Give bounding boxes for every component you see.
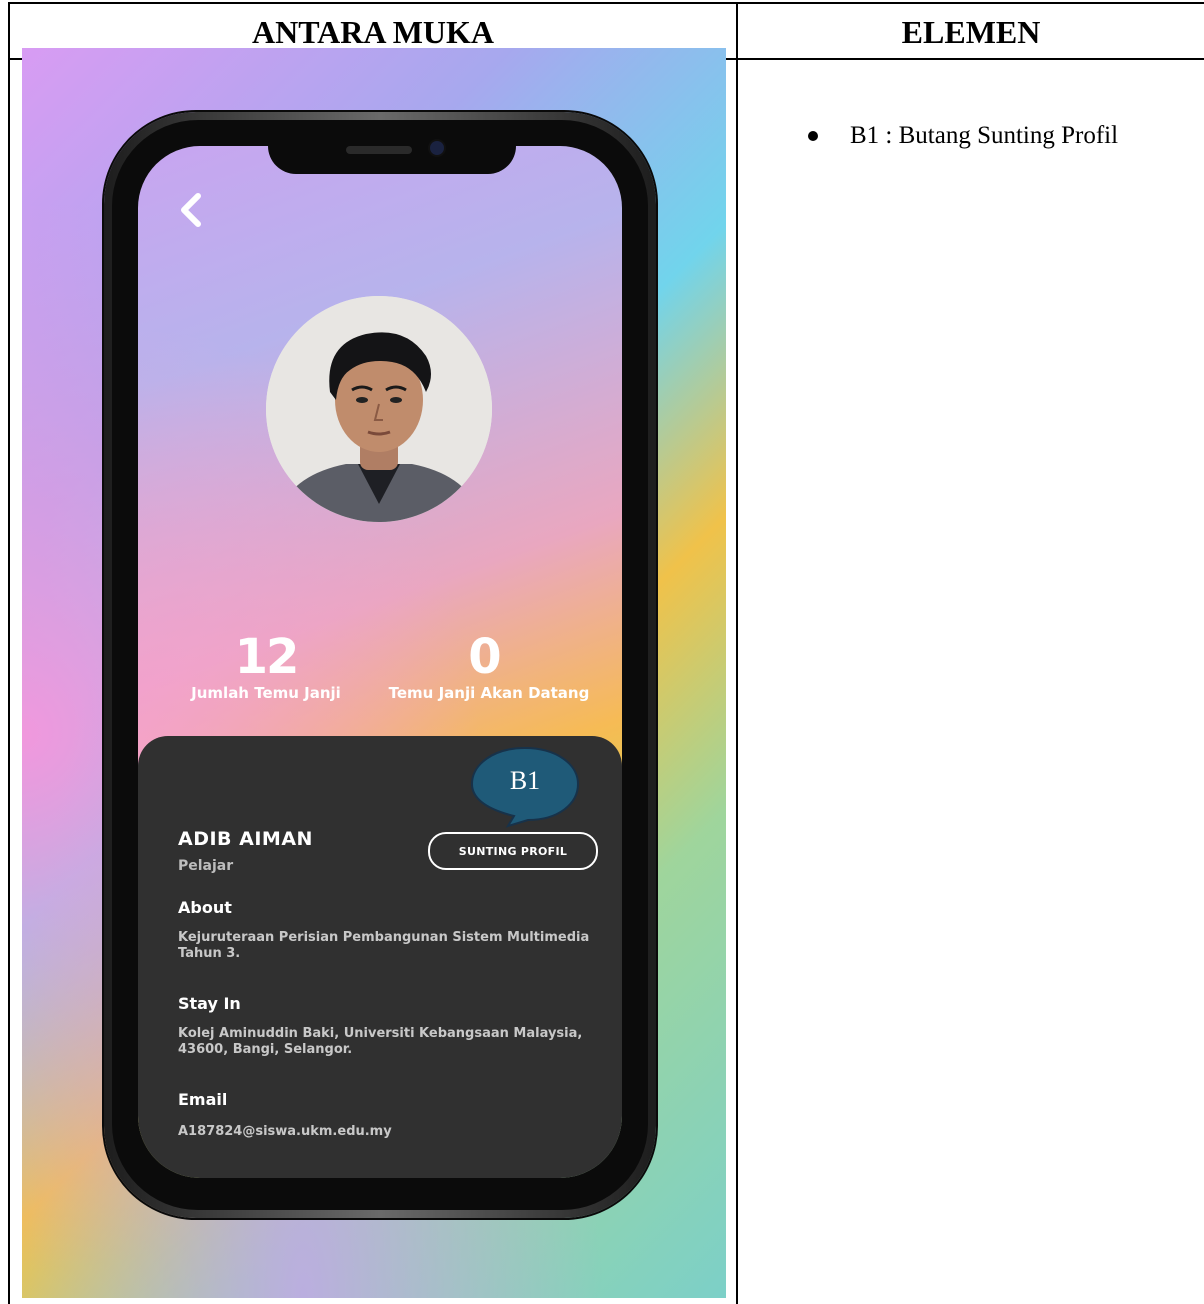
profile-name: ADIB AIMAN xyxy=(178,828,313,850)
user-photo xyxy=(266,296,492,522)
table-border-top xyxy=(8,2,1204,4)
email-text: A187824@siswa.ukm.edu.my xyxy=(178,1124,392,1139)
table-border-left xyxy=(8,2,10,1304)
speaker-grill xyxy=(346,146,412,154)
stay-title: Stay In xyxy=(178,994,241,1013)
element-list-item: B1 : Butang Sunting Profil xyxy=(808,120,1118,152)
email-title: Email xyxy=(178,1090,228,1109)
avatar xyxy=(266,296,492,522)
stay-text: Kolej Aminuddin Baki, Universiti Kebangs… xyxy=(178,1026,583,1057)
chevron-left-icon xyxy=(181,193,201,227)
edit-profile-button[interactable]: SUNTING PROFIL xyxy=(428,832,598,870)
about-title: About xyxy=(178,898,232,917)
bullet-icon xyxy=(808,131,818,141)
header-elements: ELEMEN xyxy=(901,14,1041,50)
column-divider xyxy=(736,2,738,1304)
stat-total-label: Jumlah Temu Janji xyxy=(191,684,341,702)
back-button[interactable] xyxy=(174,190,208,230)
stat-total-value: 12 xyxy=(234,629,300,685)
stat-upcoming-label: Temu Janji Akan Datang xyxy=(388,684,590,702)
profile-role: Pelajar xyxy=(178,858,234,874)
stat-upcoming-value: 0 xyxy=(468,629,501,685)
element-description: B1 : Butang Sunting Profil xyxy=(850,122,1119,149)
front-camera xyxy=(430,141,444,155)
about-text: Kejuruteraan Perisian Pembangunan Sistem… xyxy=(178,930,590,961)
callout-label: B1 xyxy=(509,766,541,795)
